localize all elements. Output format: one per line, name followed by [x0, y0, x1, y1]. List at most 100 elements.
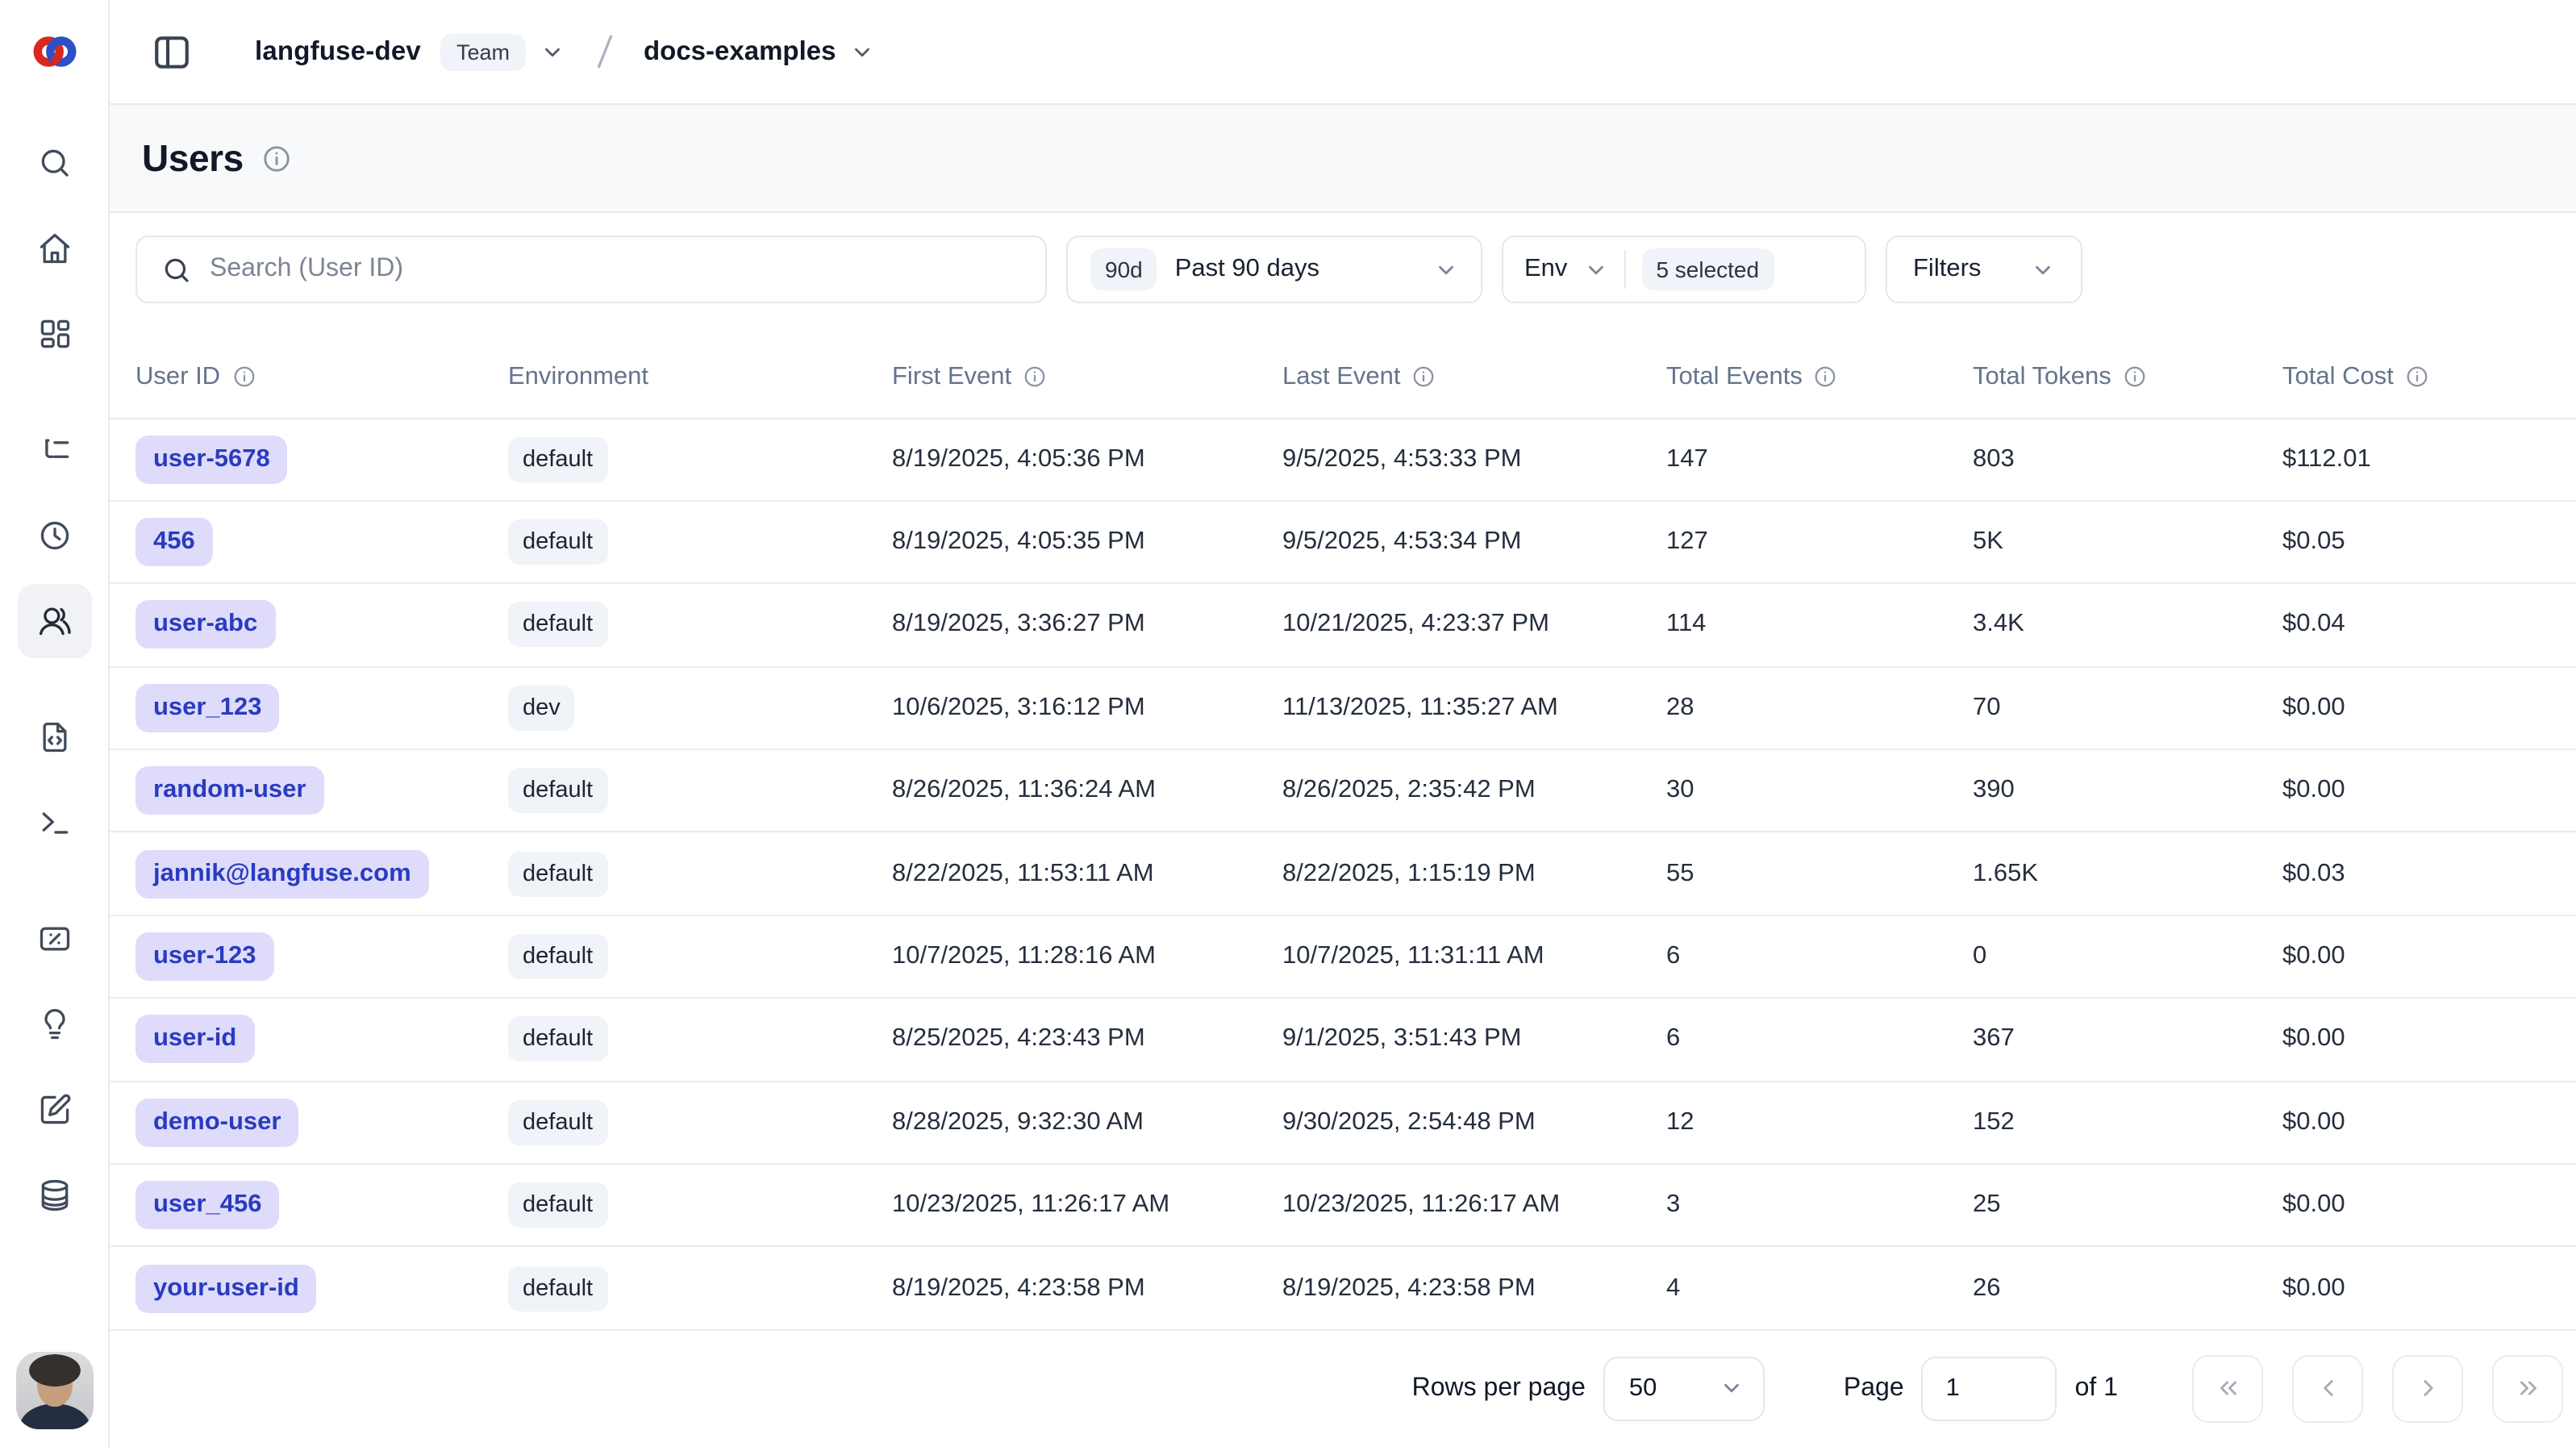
sidebar-item-annotation[interactable]	[17, 1073, 91, 1147]
page-input[interactable]	[1922, 1357, 2057, 1421]
first-event-cell: 8/19/2025, 4:05:36 PM	[866, 418, 1257, 501]
sidebar-item-users[interactable]	[17, 584, 91, 658]
sidebar-item-tracing[interactable]	[17, 413, 91, 487]
total-events-cell: 6	[1640, 998, 1947, 1081]
project-switcher-button[interactable]	[850, 40, 874, 64]
user-id-link[interactable]: demo-user	[135, 1099, 299, 1147]
chevron-down-icon	[850, 40, 874, 64]
environment-badge: default	[508, 934, 607, 979]
user-id-link[interactable]: user-123	[135, 932, 274, 981]
org-switcher-button[interactable]	[540, 40, 565, 64]
sidebar-toggle-button[interactable]	[147, 27, 195, 76]
info-icon[interactable]	[1023, 365, 1047, 390]
user-id-link[interactable]: user-id	[135, 1015, 254, 1064]
table-row: user_456 default 10/23/2025, 11:26:17 AM…	[110, 1164, 2576, 1247]
page-title-info-icon[interactable]	[261, 143, 292, 173]
search-icon	[161, 254, 192, 285]
page-count-label: of 1	[2075, 1374, 2118, 1403]
first-page-button[interactable]	[2192, 1355, 2263, 1423]
users-page: langfuse-dev Team docs-examples Users	[0, 0, 2576, 1447]
last-event-cell: 11/13/2025, 11:35:27 AM	[1257, 666, 1640, 749]
date-range-shortcut-badge: 90d	[1090, 248, 1157, 290]
user-avatar[interactable]	[15, 1352, 93, 1429]
environment-badge: default	[508, 519, 607, 565]
info-icon[interactable]	[1814, 365, 1838, 390]
total-tokens-cell: 390	[1947, 749, 2257, 832]
total-cost-cell: $0.04	[2257, 584, 2576, 667]
search-icon	[36, 145, 72, 181]
environment-select[interactable]: Env 5 selected	[1502, 236, 1866, 303]
search-input[interactable]	[210, 255, 1045, 284]
table-row: random-user default 8/26/2025, 11:36:24 …	[110, 749, 2576, 832]
info-icon[interactable]	[1412, 365, 1436, 390]
total-events-cell: 55	[1640, 832, 1947, 915]
last-event-cell: 9/30/2025, 2:54:48 PM	[1257, 1081, 1640, 1164]
langfuse-logo[interactable]	[0, 0, 108, 103]
evals-lightbulb-icon	[36, 1007, 72, 1042]
chevrons-right-icon	[2514, 1375, 2541, 1403]
search-input-wrapper	[135, 236, 1047, 303]
user-id-link[interactable]: user_123	[135, 684, 279, 732]
column-header-total-cost[interactable]: Total Cost	[2257, 339, 2576, 418]
column-header-environment[interactable]: Environment	[482, 339, 866, 418]
info-icon[interactable]	[2405, 365, 2429, 390]
column-header-user-id[interactable]: User ID	[110, 339, 482, 418]
last-page-button[interactable]	[2492, 1355, 2563, 1423]
environment-selected-badge: 5 selected	[1641, 248, 1774, 290]
chevron-right-icon	[2414, 1375, 2441, 1403]
home-icon	[36, 231, 72, 266]
sidebar	[0, 0, 110, 1447]
info-icon[interactable]	[231, 365, 256, 390]
total-cost-cell: $0.03	[2257, 832, 2576, 915]
chevron-down-icon	[540, 40, 565, 64]
traces-tree-icon	[36, 432, 72, 468]
column-header-first-event[interactable]: First Event	[866, 339, 1257, 418]
user-id-link[interactable]: user_456	[135, 1181, 279, 1229]
user-id-link[interactable]: user-abc	[135, 601, 275, 649]
sidebar-item-datasets[interactable]	[17, 1158, 91, 1232]
annotation-pen-icon	[36, 1092, 72, 1128]
prompts-file-code-icon	[36, 719, 72, 755]
sidebar-item-search[interactable]	[17, 126, 91, 200]
table-row: user-abc default 8/19/2025, 3:36:27 PM 1…	[110, 584, 2576, 667]
previous-page-button[interactable]	[2292, 1355, 2363, 1423]
table-row: user-id default 8/25/2025, 4:23:43 PM 9/…	[110, 998, 2576, 1081]
table-row: your-user-id default 8/19/2025, 4:23:58 …	[110, 1247, 2576, 1330]
next-page-button[interactable]	[2392, 1355, 2463, 1423]
total-events-cell: 3	[1640, 1164, 1947, 1247]
sidebar-item-scores[interactable]	[17, 902, 91, 976]
sidebar-item-playground[interactable]	[17, 786, 91, 860]
column-header-last-event[interactable]: Last Event	[1257, 339, 1640, 418]
user-id-link[interactable]: your-user-id	[135, 1264, 317, 1312]
project-name[interactable]: docs-examples	[644, 36, 836, 67]
total-events-cell: 30	[1640, 749, 1947, 832]
environment-badge: default	[508, 436, 607, 482]
table-row: jannik@langfuse.com default 8/22/2025, 1…	[110, 832, 2576, 915]
rows-per-page-select[interactable]: 50	[1603, 1357, 1765, 1421]
org-name[interactable]: langfuse-dev	[255, 36, 421, 67]
total-cost-cell: $0.05	[2257, 501, 2576, 584]
table-row: 456 default 8/19/2025, 4:05:35 PM 9/5/20…	[110, 501, 2576, 584]
total-cost-cell: $112.01	[2257, 418, 2576, 501]
column-header-total-events[interactable]: Total Events	[1640, 339, 1947, 418]
sidebar-item-sessions[interactable]	[17, 498, 91, 573]
total-tokens-cell: 803	[1947, 418, 2257, 501]
filters-button[interactable]: Filters	[1886, 236, 2082, 303]
page-header: Users	[110, 105, 2576, 213]
rows-per-page-label: Rows per page	[1412, 1374, 1586, 1403]
sidebar-item-dashboards[interactable]	[17, 297, 91, 371]
total-tokens-cell: 3.4K	[1947, 584, 2257, 667]
info-icon[interactable]	[2123, 365, 2147, 390]
chevron-down-icon	[1583, 257, 1607, 281]
total-events-cell: 127	[1640, 501, 1947, 584]
user-id-link[interactable]: random-user	[135, 767, 324, 815]
column-header-total-tokens[interactable]: Total Tokens	[1947, 339, 2257, 418]
user-id-link[interactable]: user-5678	[135, 435, 288, 483]
user-id-link[interactable]: 456	[135, 518, 213, 566]
user-id-link[interactable]: jannik@langfuse.com	[135, 849, 429, 898]
date-range-select[interactable]: 90d Past 90 days	[1066, 236, 1482, 303]
total-tokens-cell: 367	[1947, 998, 2257, 1081]
sidebar-item-evaluation[interactable]	[17, 987, 91, 1061]
sidebar-item-home[interactable]	[17, 211, 91, 286]
sidebar-item-prompts[interactable]	[17, 700, 91, 774]
